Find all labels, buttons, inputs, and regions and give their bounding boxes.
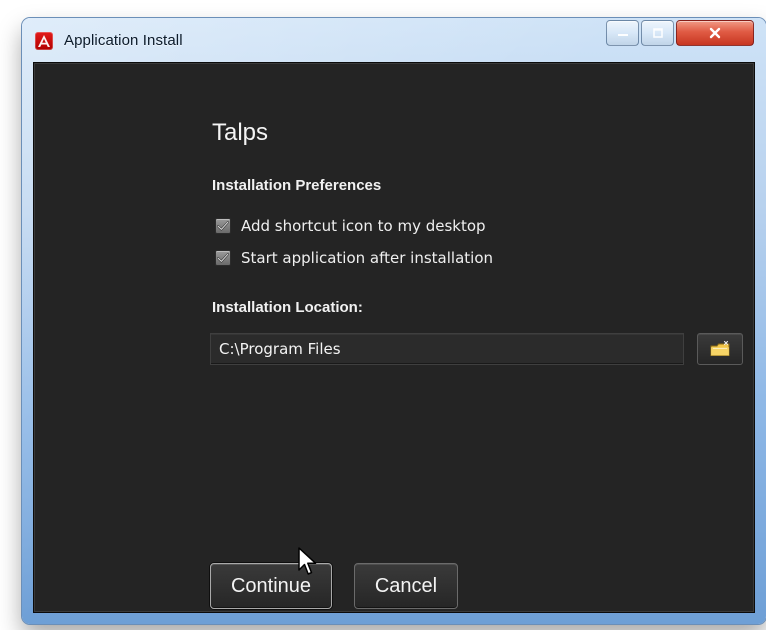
add-shortcut-option[interactable]: Add shortcut icon to my desktop — [215, 215, 486, 237]
window-caption-buttons — [606, 20, 758, 46]
continue-button[interactable]: Continue — [210, 563, 332, 609]
checkmark-icon — [217, 221, 229, 231]
installation-preferences-heading: Installation Preferences — [212, 177, 382, 194]
installer-client-area: Talps Installation Preferences Add short… — [33, 62, 755, 613]
cancel-button[interactable]: Cancel — [354, 563, 458, 609]
dialog-actions: Continue Cancel — [210, 563, 458, 609]
screenshot-canvas: Application Install Talps Installation P… — [0, 0, 766, 630]
window-titlebar[interactable]: Application Install — [22, 18, 766, 62]
close-icon — [707, 25, 723, 41]
minimize-icon — [615, 25, 631, 41]
application-name: Talps — [212, 119, 269, 146]
folder-icon — [709, 340, 731, 358]
installer-content: Talps Installation Preferences Add short… — [210, 113, 743, 624]
adobe-air-icon — [35, 32, 53, 50]
checkmark-icon — [217, 253, 229, 263]
maximize-button[interactable] — [641, 20, 674, 46]
installation-location-input[interactable] — [210, 333, 684, 365]
add-shortcut-label: Add shortcut icon to my desktop — [241, 217, 486, 235]
installation-location-heading: Installation Location: — [212, 299, 363, 316]
installer-window: Application Install Talps Installation P… — [22, 18, 766, 624]
browse-folder-button[interactable] — [697, 333, 743, 365]
start-after-install-checkbox[interactable] — [215, 250, 231, 266]
window-title: Application Install — [64, 32, 183, 49]
close-button[interactable] — [676, 20, 754, 46]
maximize-icon — [650, 25, 666, 41]
add-shortcut-checkbox[interactable] — [215, 218, 231, 234]
start-after-install-option[interactable]: Start application after installation — [215, 247, 493, 269]
start-after-install-label: Start application after installation — [241, 249, 493, 267]
minimize-button[interactable] — [606, 20, 639, 46]
